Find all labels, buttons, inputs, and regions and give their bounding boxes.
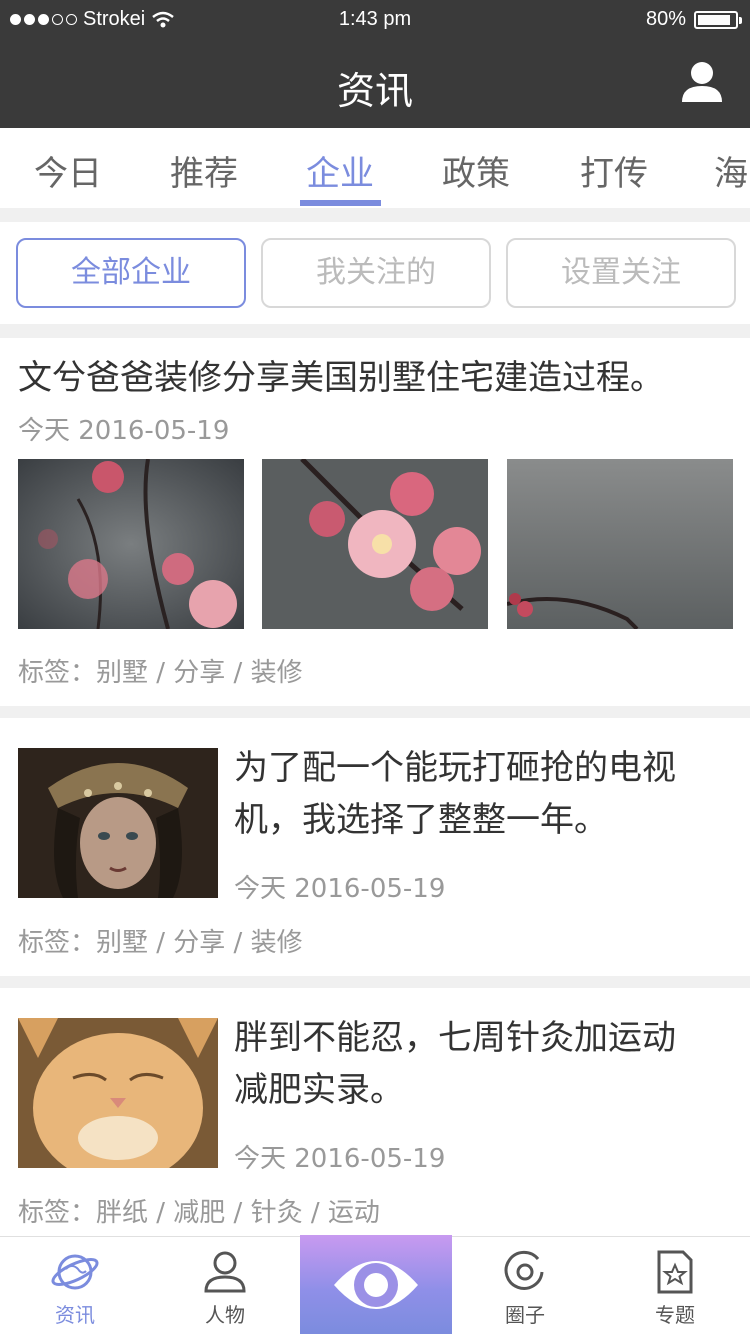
filter-all-enterprises-button[interactable]: 全部企业 xyxy=(16,238,246,308)
nav-bar: 资讯 xyxy=(0,40,750,128)
tabbar-topics[interactable]: 专题 xyxy=(600,1237,750,1334)
article-date: 今天 2016-05-19 xyxy=(18,416,230,446)
tabbar-circle-label: 圈子 xyxy=(505,1303,545,1327)
filter-following-button[interactable]: 我关注的 xyxy=(261,238,491,308)
article-card[interactable]: 文兮爸爸装修分享美国别墅住宅建造过程。 今天 2016-05-19 标签：别墅 … xyxy=(0,338,750,706)
article-title-line: 机，我选择了整整一年。 xyxy=(234,800,608,840)
article-date: 今天 2016-05-19 xyxy=(234,874,446,904)
tab-dachuan[interactable]: 打传 xyxy=(580,146,648,195)
eye-icon xyxy=(334,1261,418,1309)
circle-icon xyxy=(504,1250,544,1290)
tabbar-people-label: 人物 xyxy=(205,1303,245,1327)
status-bar: Strokei 1:43 pm 80% xyxy=(0,0,750,40)
bottom-tab-bar: 资讯 人物 圈子 专题 xyxy=(0,1235,750,1334)
star-document-icon xyxy=(657,1250,693,1294)
tabbar-people[interactable]: 人物 xyxy=(150,1237,300,1334)
filter-set-follow-button[interactable]: 设置关注 xyxy=(506,238,736,308)
battery-percent: 80% xyxy=(645,8,686,30)
active-tab-indicator xyxy=(300,200,381,206)
article-title-line: 为了配一个能玩打砸抢的电视 xyxy=(234,748,676,788)
article-image xyxy=(507,459,733,629)
tab-hai[interactable]: 海 xyxy=(714,146,748,195)
tab-recommended[interactable]: 推荐 xyxy=(170,146,238,195)
filter-bar: 全部企业 我关注的 设置关注 xyxy=(0,222,750,324)
clock: 1:43 pm xyxy=(338,8,412,30)
article-title: 文兮爸爸装修分享美国别墅住宅建造过程。 xyxy=(18,358,664,398)
tabbar-news-label: 资讯 xyxy=(55,1303,95,1327)
article-tags: 标签：别墅 / 分享 / 装修 xyxy=(18,658,303,688)
person-icon xyxy=(204,1251,246,1293)
battery-icon xyxy=(694,10,742,29)
article-title-line: 减肥实录。 xyxy=(234,1070,404,1110)
page-title: 资讯 xyxy=(336,69,413,113)
tab-enterprise[interactable]: 企业 xyxy=(306,146,374,195)
article-date: 今天 2016-05-19 xyxy=(234,1144,446,1174)
article-card[interactable]: 为了配一个能玩打砸抢的电视 机，我选择了整整一年。 今天 2016-05-19 … xyxy=(0,718,750,976)
planet-icon xyxy=(51,1254,99,1290)
article-card[interactable]: 胖到不能忍，七周针灸加运动 减肥实录。 今天 2016-05-19 标签：胖纸 … xyxy=(0,988,750,1236)
tabbar-topics-label: 专题 xyxy=(655,1303,695,1327)
article-thumbnail xyxy=(18,1018,218,1168)
article-tags: 标签：胖纸 / 减肥 / 针灸 / 运动 xyxy=(18,1198,380,1228)
user-icon[interactable] xyxy=(680,60,724,104)
tab-policy[interactable]: 政策 xyxy=(442,146,510,195)
tabbar-circle[interactable]: 圈子 xyxy=(450,1237,600,1334)
tabbar-news[interactable]: 资讯 xyxy=(0,1237,150,1334)
article-tags: 标签：别墅 / 分享 / 装修 xyxy=(18,928,303,958)
tabbar-center-button[interactable] xyxy=(300,1235,452,1334)
tab-today[interactable]: 今日 xyxy=(34,146,102,195)
article-thumbnail xyxy=(18,748,218,898)
category-tabs: 今日 推荐 企业 政策 打传 海 xyxy=(0,128,750,208)
article-image xyxy=(262,459,488,629)
article-title-line: 胖到不能忍，七周针灸加运动 xyxy=(234,1018,676,1058)
article-image xyxy=(18,459,244,629)
